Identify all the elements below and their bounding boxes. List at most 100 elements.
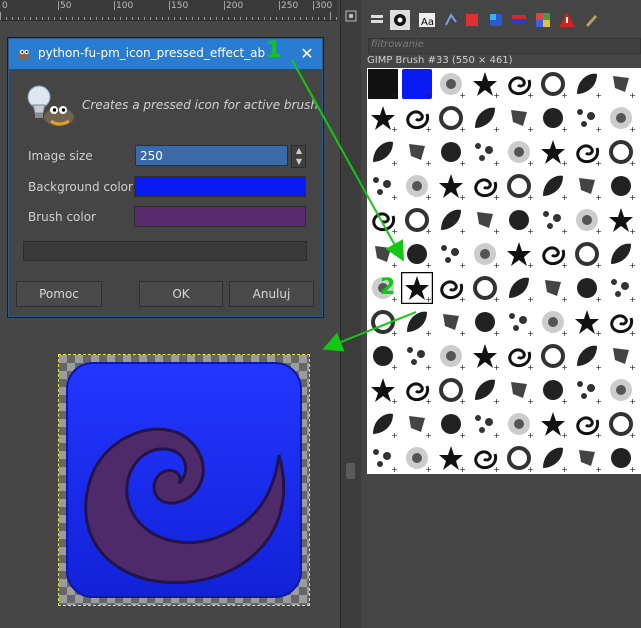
brush-thumbnail[interactable]: + xyxy=(435,340,467,372)
brush-thumbnail[interactable]: + xyxy=(537,408,569,440)
spin-down-icon[interactable]: ▼ xyxy=(293,157,305,167)
brush-thumbnail[interactable]: + xyxy=(367,238,399,270)
brush-thumbnail[interactable]: + xyxy=(537,170,569,202)
brush-thumbnail[interactable]: + xyxy=(435,408,467,440)
brush-thumbnail[interactable]: + xyxy=(503,408,535,440)
brush-thumbnail[interactable]: + xyxy=(401,102,433,134)
brush-thumbnail[interactable]: + xyxy=(469,204,501,236)
brush-thumbnail[interactable]: + xyxy=(469,408,501,440)
brush-thumbnail[interactable]: + xyxy=(537,442,569,474)
brush-thumbnail[interactable]: + xyxy=(469,340,501,372)
brush-thumbnail[interactable]: + xyxy=(605,272,637,304)
vertical-scrollbar[interactable] xyxy=(340,0,361,628)
brush-thumbnail[interactable]: + xyxy=(537,306,569,338)
brush-thumbnail[interactable]: + xyxy=(571,272,603,304)
brushes-icon[interactable] xyxy=(390,10,410,30)
brush-thumbnail[interactable]: + xyxy=(367,102,399,134)
brush-thumbnail[interactable]: + xyxy=(571,136,603,168)
brush-thumbnail[interactable]: + xyxy=(435,170,467,202)
brush-thumbnail[interactable]: + xyxy=(537,204,569,236)
paths-icon[interactable] xyxy=(441,10,461,30)
brush-thumbnail[interactable]: + xyxy=(537,374,569,406)
palettes-icon[interactable] xyxy=(509,10,529,30)
brush-thumbnail[interactable]: + xyxy=(571,204,603,236)
brush-thumbnail[interactable]: + xyxy=(401,170,433,202)
brush-thumbnail[interactable]: + xyxy=(503,340,535,372)
brush-thumbnail[interactable]: + xyxy=(401,374,433,406)
brush-thumbnail[interactable]: + xyxy=(605,306,637,338)
brush-thumbnail[interactable]: + xyxy=(537,68,569,100)
brush-thumbnail[interactable]: + xyxy=(605,204,637,236)
help-button[interactable]: Pomoc xyxy=(16,281,102,307)
spin-up-icon[interactable]: ▲ xyxy=(293,146,305,156)
brush-thumbnail[interactable]: + xyxy=(367,408,399,440)
brush-thumbnail[interactable]: + xyxy=(571,170,603,202)
brush-thumbnail[interactable]: + xyxy=(503,204,535,236)
patterns-icon[interactable] xyxy=(486,10,506,30)
brush-thumbnail[interactable]: + xyxy=(571,102,603,134)
brush-thumbnail[interactable]: + xyxy=(503,306,535,338)
image-size-spinner[interactable]: ▲ ▼ xyxy=(291,145,306,168)
brush-thumbnail[interactable]: + xyxy=(605,340,637,372)
brush-thumbnail[interactable]: + xyxy=(605,136,637,168)
brush-thumbnail[interactable]: + xyxy=(367,136,399,168)
brush-thumbnail[interactable]: + xyxy=(537,102,569,134)
brush-thumbnail[interactable]: + xyxy=(605,374,637,406)
brush-thumbnail[interactable]: + xyxy=(503,170,535,202)
close-icon[interactable]: ✕ xyxy=(292,39,322,69)
brush-thumbnail[interactable]: + xyxy=(605,408,637,440)
brush-thumbnail[interactable]: + xyxy=(401,408,433,440)
brush-thumbnail[interactable]: + xyxy=(367,170,399,202)
brush-thumbnail[interactable]: + xyxy=(367,442,399,474)
brush-thumbnail[interactable]: + xyxy=(435,68,467,100)
brush-thumbnail[interactable]: + xyxy=(503,238,535,270)
brush-thumbnail[interactable]: + xyxy=(435,442,467,474)
warning-icon[interactable] xyxy=(557,10,577,30)
ok-button[interactable]: OK xyxy=(139,281,223,307)
brush-thumbnail[interactable]: + xyxy=(537,272,569,304)
brush-thumbnail[interactable]: + xyxy=(469,68,501,100)
brush-thumbnail[interactable]: + xyxy=(503,272,535,304)
navigate-icon[interactable] xyxy=(345,10,357,22)
brush-thumbnail[interactable]: + xyxy=(469,442,501,474)
brush-thumbnail[interactable]: + xyxy=(469,170,501,202)
brush-thumbnail[interactable]: + xyxy=(400,271,434,305)
brush-thumbnail[interactable]: + xyxy=(537,238,569,270)
brush-thumbnail[interactable]: + xyxy=(401,204,433,236)
brush-thumbnail[interactable]: + xyxy=(469,374,501,406)
brush-thumbnail[interactable]: + xyxy=(367,374,399,406)
brush-thumbnail[interactable]: + xyxy=(435,374,467,406)
brush-thumbnail[interactable]: + xyxy=(571,408,603,440)
brush-thumbnail[interactable]: + xyxy=(503,374,535,406)
brush-thumbnail[interactable]: + xyxy=(401,136,433,168)
brush-thumbnail[interactable]: + xyxy=(367,340,399,372)
brush-thumbnail[interactable]: + xyxy=(503,68,535,100)
brush-thumbnail[interactable]: + xyxy=(605,170,637,202)
brush-thumbnail[interactable]: + xyxy=(469,238,501,270)
brush-thumbnail[interactable]: + xyxy=(469,306,501,338)
brush-thumbnail[interactable]: + xyxy=(435,102,467,134)
brush-thumbnail[interactable]: + xyxy=(571,68,603,100)
brush-thumbnail[interactable]: + xyxy=(605,238,637,270)
brush-color-button[interactable] xyxy=(134,206,306,227)
brush-grid[interactable]: + + + + + + + + + + + + + + + + + + + + + + + + + + + + + + + + + + + + + + + +… xyxy=(367,68,641,474)
gradients-icon[interactable] xyxy=(533,10,553,30)
brush-thumbnail[interactable]: + xyxy=(401,340,433,372)
brush-thumbnail[interactable]: + xyxy=(401,68,433,100)
brush-thumbnail[interactable]: + xyxy=(469,136,501,168)
brush-thumbnail[interactable]: + xyxy=(537,136,569,168)
brush-thumbnail[interactable]: + xyxy=(571,306,603,338)
brush-thumbnail[interactable]: + xyxy=(571,238,603,270)
brush-thumbnail[interactable]: + xyxy=(367,204,399,236)
image-size-input[interactable]: 250 xyxy=(135,145,288,166)
brush-thumbnail[interactable]: + xyxy=(469,272,501,304)
brush-thumbnail[interactable]: + xyxy=(435,204,467,236)
cancel-button[interactable]: Anuluj xyxy=(229,281,314,307)
brush-thumbnail[interactable]: + xyxy=(435,306,467,338)
scrollbar-thumb[interactable] xyxy=(346,463,355,479)
brush-thumbnail[interactable]: + xyxy=(367,68,399,100)
layers-icon[interactable] xyxy=(367,10,387,30)
fonts-icon[interactable]: Aa xyxy=(417,10,437,30)
brush-thumbnail[interactable]: + xyxy=(401,306,433,338)
color-icon[interactable] xyxy=(462,10,482,30)
